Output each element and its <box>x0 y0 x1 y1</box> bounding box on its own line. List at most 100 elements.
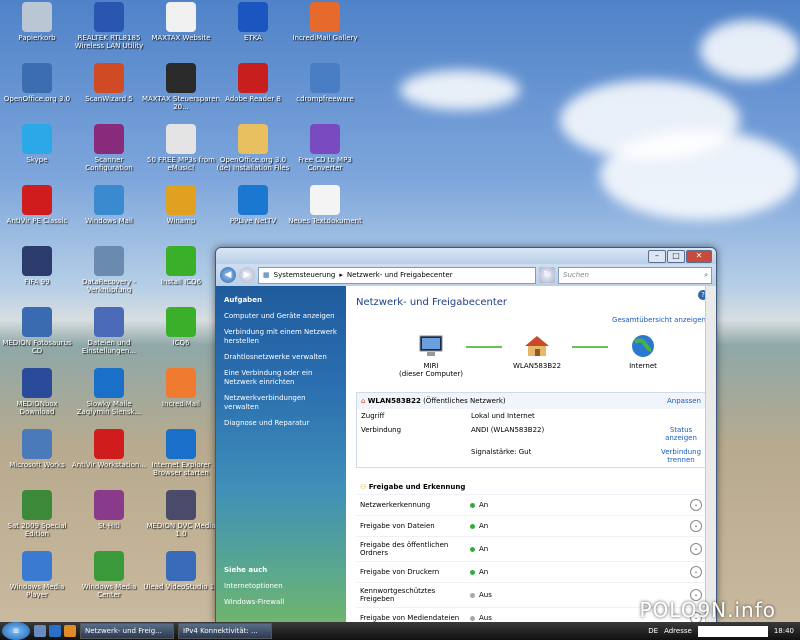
desktop-icon[interactable]: Papierkorb <box>0 2 76 42</box>
network-node[interactable]: WLAN583B22 <box>502 334 572 370</box>
desktop-icon[interactable]: DataRecovery - Verknüpfung <box>70 246 148 294</box>
internet-explorer-icon[interactable] <box>49 625 61 637</box>
desktop-icon[interactable]: Neues Textdokument <box>286 185 364 225</box>
media-player-icon[interactable] <box>64 625 76 637</box>
installer-icon <box>310 63 340 93</box>
sharing-row[interactable]: Freigabe von Dateien An ⌄ <box>356 515 706 536</box>
desktop-icon[interactable]: Microsoft Works <box>0 429 76 469</box>
network-row-action[interactable]: Verbindung trennen <box>661 448 701 464</box>
sharing-label: Freigabe von Druckern <box>360 568 440 576</box>
expand-chevron-icon[interactable]: ⌄ <box>690 566 702 578</box>
full-map-link[interactable]: Gesamtübersicht anzeigen <box>356 316 706 324</box>
expand-chevron-icon[interactable]: ⌄ <box>690 499 702 511</box>
desktop-icon[interactable]: ETKA <box>214 2 292 42</box>
desktop-icon[interactable]: IncrediMail <box>142 368 220 408</box>
expand-chevron-icon[interactable]: ⌄ <box>690 543 702 555</box>
desktop-icon[interactable]: REALTEK RTL8185 Wireless LAN Utility <box>70 2 148 50</box>
taskbar: ⊞ Netzwerk- und Freig... IPv4 Konnektivi… <box>0 622 800 640</box>
task-link[interactable]: Diagnose und Reparatur <box>224 419 338 428</box>
task-link[interactable]: Computer und Geräte anzeigen <box>224 312 338 321</box>
sharing-row[interactable]: Netzwerkerkennung An ⌄ <box>356 494 706 515</box>
desktop-icon[interactable]: IncrediMail Gallery <box>286 2 364 42</box>
desktop-icon[interactable]: MAXTAX Steuersparen 20... <box>142 63 220 111</box>
scrollbar[interactable] <box>705 286 716 622</box>
language-indicator[interactable]: DE <box>648 627 658 635</box>
desktop-icon[interactable]: cdrompfreeware <box>286 63 364 103</box>
breadcrumb-item[interactable]: Netzwerk- und Freigabecenter <box>347 268 453 283</box>
breadcrumb-item[interactable]: Systemsteuerung <box>274 268 336 283</box>
desktop-icon[interactable]: OpenOffice.org 3.0 (de) Installation Fil… <box>214 124 292 172</box>
desktop-icon[interactable]: Windows Media Center <box>70 551 148 599</box>
desktop-icon[interactable]: MEDIONbox Download <box>0 368 76 416</box>
expand-chevron-icon[interactable]: ⌄ <box>690 520 702 532</box>
incredimail-icon <box>166 368 196 398</box>
page-title: Netzwerk- und Freigabecenter <box>356 297 508 308</box>
desktop-icon[interactable]: 50 FREE MP3s from eMusic! <box>142 124 220 172</box>
search-input[interactable]: Suchen ⌕ <box>558 266 712 284</box>
clock[interactable]: 18:40 <box>774 627 794 635</box>
desktop-icon[interactable]: PPLive NetTV <box>214 185 292 225</box>
desktop-icon[interactable]: Free CD to MP3 Converter <box>286 124 364 172</box>
sharing-row[interactable]: Freigabe von Druckern An ⌄ <box>356 561 706 582</box>
close-button[interactable]: ✕ <box>686 250 712 263</box>
customize-link[interactable]: Anpassen <box>667 397 701 405</box>
status-dot <box>470 592 475 598</box>
sharing-row[interactable]: Freigabe des öffentlichen Ordners An ⌄ <box>356 536 706 561</box>
minimize-button[interactable]: – <box>648 250 666 263</box>
sharing-label: Freigabe von Mediendateien <box>360 614 460 622</box>
show-desktop-icon[interactable] <box>34 625 46 637</box>
internet-options-link[interactable]: Internetoptionen <box>224 582 284 591</box>
forward-button[interactable]: ▶ <box>239 267 255 283</box>
desktop-icon-label: Scanner Configuration <box>85 156 133 172</box>
desktop-icon[interactable]: Windows Mail <box>70 185 148 225</box>
desktop-icon[interactable]: MEDION Fotosaurus CD <box>0 307 76 355</box>
sharing-status: An <box>479 501 489 509</box>
network-details: ⌂ WLAN583B22 (Öffentliches Netzwerk) Anp… <box>356 392 706 468</box>
computer-node[interactable]: MIRI (dieser Computer) <box>396 334 466 378</box>
start-button[interactable]: ⊞ <box>2 622 30 640</box>
internet-node[interactable]: Internet <box>608 334 678 370</box>
desktop-icon[interactable]: Windows Media Player <box>0 551 76 599</box>
back-button[interactable]: ◀ <box>220 267 236 283</box>
network-row-action[interactable]: Status anzeigen <box>661 426 701 442</box>
desktop-icon[interactable]: Sat 2009 Special Edition <box>0 490 76 538</box>
desktop-icon[interactable]: FIFA 99 <box>0 246 76 286</box>
desktop-icon[interactable]: Install ICQ6 <box>142 246 220 286</box>
desktop-icon[interactable]: Winamp <box>142 185 220 225</box>
antivir-icon <box>22 185 52 215</box>
task-link[interactable]: Verbindung mit einem Netzwerk herstellen <box>224 328 338 346</box>
desktop-icon[interactable]: AntiVir Workstation... <box>70 429 148 469</box>
desktop-icon[interactable]: AntiVir PE Classic <box>0 185 76 225</box>
desktop-icon[interactable]: ScanWizard 5 <box>70 63 148 103</box>
desktop-icon[interactable]: St-Hiti <box>70 490 148 530</box>
desktop-icon[interactable]: MAXTAX Website <box>142 2 220 42</box>
title-bar[interactable]: – □ ✕ <box>216 248 716 264</box>
address-bar[interactable]: ▦ Systemsteuerung ▸ Netzwerk- und Freiga… <box>258 266 536 284</box>
task-link[interactable]: Eine Verbindung oder ein Netzwerk einric… <box>224 369 338 387</box>
desktop-icon[interactable]: Scanner Configuration <box>70 124 148 172</box>
address-toolbar-input[interactable] <box>697 625 768 637</box>
maximize-button[interactable]: □ <box>667 250 685 263</box>
desktop-icon[interactable]: Internet Explorer Browser starten <box>142 429 220 477</box>
refresh-button[interactable]: ↻ <box>539 267 555 283</box>
task-link[interactable]: Drahtlosnetzwerke verwalten <box>224 353 338 362</box>
desktop-icon[interactable]: ICQ6 <box>142 307 220 347</box>
address-toolbar-label: Adresse <box>664 627 692 635</box>
wireless-icon <box>94 2 124 32</box>
network-map: MIRI (dieser Computer) WLAN583B22 Intern… <box>396 334 678 378</box>
task-link[interactable]: Netzwerkverbindungen verwalten <box>224 394 338 412</box>
desktop-icon[interactable]: Ulead VideoStudio 11 <box>142 551 220 591</box>
desktop-icon[interactable]: Slowky Maile Zaglymin Slensk... <box>70 368 148 416</box>
desktop-icon[interactable]: Adobe Reader 8 <box>214 63 292 103</box>
text-document-icon <box>310 185 340 215</box>
taskbar-button-ipv4[interactable]: IPv4 Konnektivität: ... <box>178 623 272 639</box>
firewall-link[interactable]: Windows-Firewall <box>224 598 284 607</box>
desktop-icon[interactable]: MEDION DVC Media 1.0 <box>142 490 220 538</box>
desktop-icon[interactable]: OpenOffice.org 3.0 <box>0 63 76 103</box>
sharing-icon: ⚇ <box>360 483 367 491</box>
desktop-icon[interactable]: Dateien und Einstellungen... <box>70 307 148 355</box>
taskbar-button-network-center[interactable]: Netzwerk- und Freig... <box>80 623 174 639</box>
network-row-action[interactable] <box>661 412 701 420</box>
status-dot <box>470 502 475 508</box>
desktop-icon[interactable]: Skype <box>0 124 76 164</box>
